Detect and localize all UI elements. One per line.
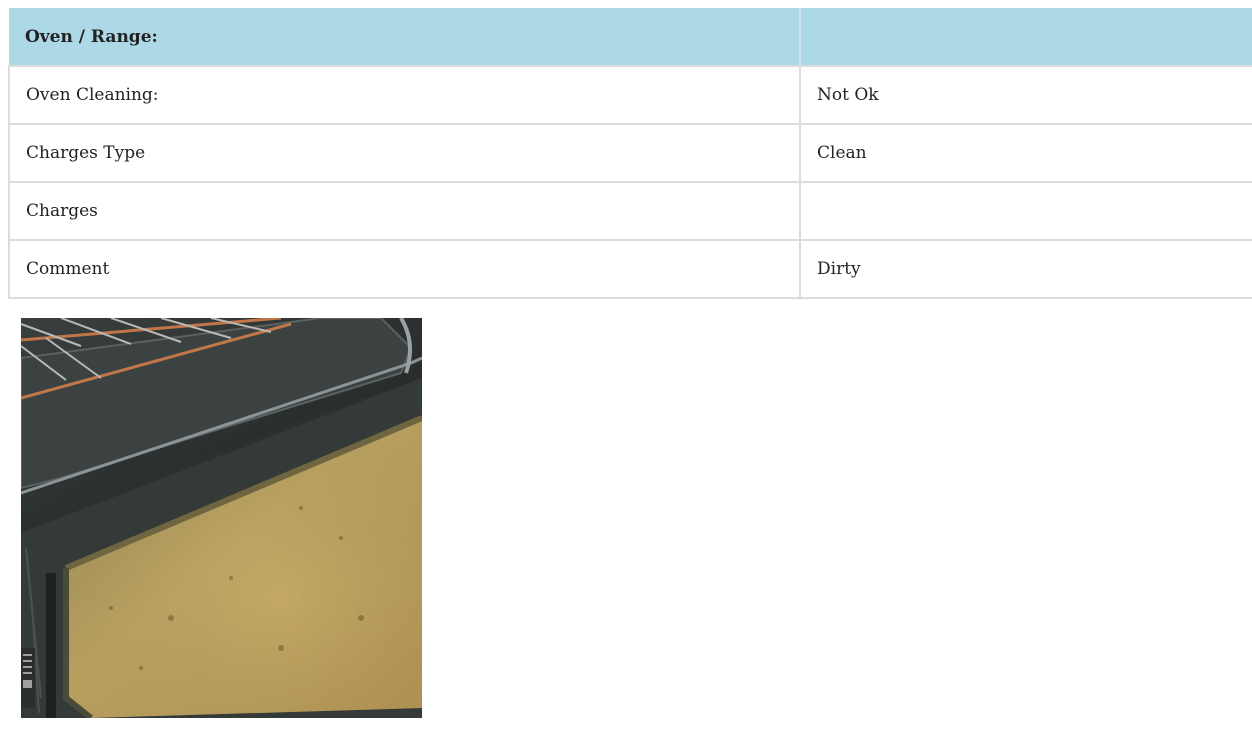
row-value-charges — [800, 181, 1252, 241]
oven-photo-image — [21, 318, 422, 718]
row-value-charges-type: Clean — [800, 123, 1252, 183]
table-header-row: Oven / Range: — [9, 8, 1252, 66]
table-row: Charges Type Clean — [8, 123, 1252, 183]
row-value-oven-cleaning: Not Ok — [800, 65, 1252, 125]
oven-photo[interactable] — [21, 318, 422, 718]
inspection-section: Oven / Range: Oven Cleaning: Not Ok Char… — [8, 8, 1252, 299]
section-header-value — [800, 8, 1252, 66]
row-label-charges-type: Charges Type — [8, 123, 801, 183]
row-label-comment: Comment — [8, 239, 801, 299]
row-label-charges: Charges — [8, 181, 801, 241]
table-row: Charges — [8, 181, 1252, 241]
section-title: Oven / Range: — [9, 8, 801, 66]
row-label-oven-cleaning: Oven Cleaning: — [8, 65, 801, 125]
table-row: Oven Cleaning: Not Ok — [8, 65, 1252, 125]
oven-range-table: Oven / Range: Oven Cleaning: Not Ok Char… — [8, 8, 1252, 299]
table-row: Comment Dirty — [8, 239, 1252, 299]
row-value-comment: Dirty — [800, 239, 1252, 299]
